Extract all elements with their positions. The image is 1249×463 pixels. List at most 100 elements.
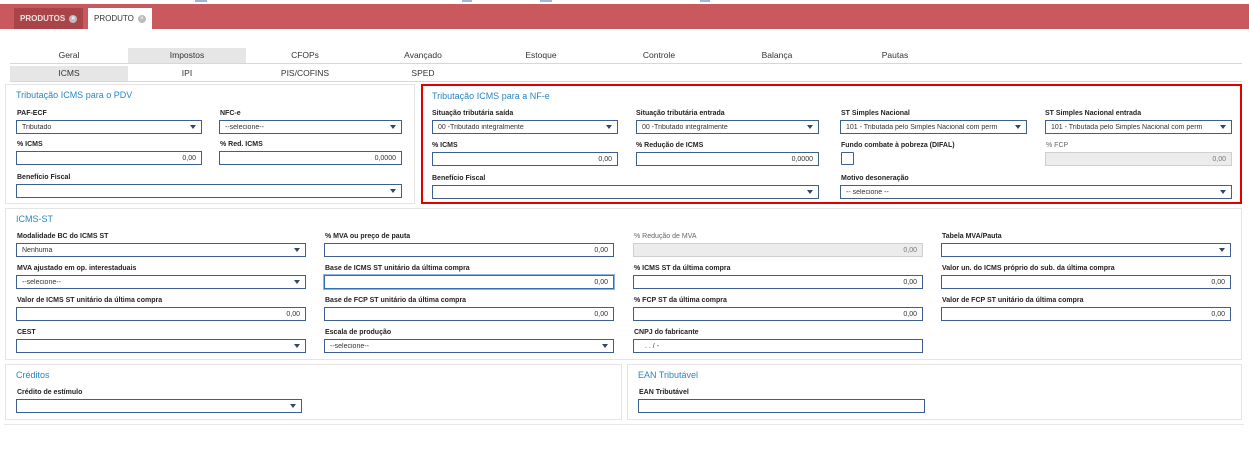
close-icon[interactable]: ×: [137, 14, 146, 23]
tab-pautas[interactable]: Pautas: [836, 48, 954, 63]
top-strip-mark: [540, 0, 552, 2]
sit-entrada-select[interactable]: 00 -Tributado integralmente: [636, 120, 819, 134]
nfce-value: --selecione--: [225, 123, 264, 131]
tab-icms[interactable]: ICMS: [10, 66, 128, 81]
cest-select[interactable]: [16, 339, 306, 353]
tab-balanca[interactable]: Balança: [718, 48, 836, 63]
tab-avancado[interactable]: Avançado: [364, 48, 482, 63]
base-icms-value: 0,00: [594, 278, 608, 286]
tab-produto[interactable]: PRODUTO ×: [88, 8, 152, 29]
fcp-pobreza-checkbox[interactable]: [841, 152, 854, 165]
close-icon[interactable]: ×: [69, 14, 78, 23]
fcp-st-value: 0,00: [903, 310, 917, 318]
icms-st-ult-label: % ICMS ST da última compra: [634, 265, 731, 272]
cnpj-label: CNPJ do fabricante: [634, 329, 699, 336]
sit-saida-value: 00 -Tributado integralmente: [438, 123, 524, 131]
fcp-st-label: % FCP ST da última compra: [634, 297, 727, 304]
nfe-icms-label: % ICMS: [432, 142, 458, 149]
tab-impostos[interactable]: Impostos: [128, 48, 246, 63]
creditos-panel: Créditos Crédito de estímulo: [5, 364, 622, 420]
fcp-value: 0,00: [1212, 155, 1226, 163]
creditos-title: Créditos: [16, 370, 50, 380]
st-simples-entrada-select[interactable]: 101 - Tributada pelo Simples Nacional co…: [1045, 120, 1232, 134]
pdv-beneficio-label: Benefício Fiscal: [17, 174, 71, 181]
tab-controle[interactable]: Controle: [600, 48, 718, 63]
valor-fcp-label: Valor de FCP ST unitário da última compr…: [942, 297, 1084, 304]
icms-st-title: ICMS-ST: [16, 214, 53, 224]
top-strip-mark: [462, 0, 472, 2]
valor-icms-label: Valor de ICMS ST unitário da última comp…: [17, 297, 163, 304]
nfe-beneficio-label: Benefício Fiscal: [432, 175, 486, 182]
credito-select[interactable]: [16, 399, 302, 413]
valor-fcp-value: 0,00: [1211, 310, 1225, 318]
chevron-down-icon: [807, 125, 813, 129]
tab-cfops[interactable]: CFOPs: [246, 48, 364, 63]
base-icms-input[interactable]: 0,00: [324, 275, 614, 289]
st-simples-entrada-label: ST Simples Nacional entrada: [1045, 110, 1142, 117]
red-mva-label: % Redução de MVA: [634, 233, 697, 240]
valor-un-value: 0,00: [1211, 278, 1225, 286]
modalidade-select[interactable]: Nenhuma: [16, 243, 306, 257]
chevron-down-icon: [290, 404, 296, 408]
tab-produtos[interactable]: PRODUTOS ×: [14, 8, 84, 29]
icms-st-ult-value: 0,00: [903, 278, 917, 286]
nfe-icms-value: 0,00: [598, 155, 612, 163]
mva-input[interactable]: 0,00: [324, 243, 614, 257]
red-mva-input[interactable]: 0,00: [633, 243, 923, 257]
ean-input[interactable]: [638, 399, 925, 413]
icms-st-panel: ICMS-ST Modalidade BC do ICMS ST Nenhuma…: [5, 208, 1242, 360]
base-fcp-input[interactable]: 0,00: [324, 307, 614, 321]
pdv-icms-label: % ICMS: [17, 141, 43, 148]
valor-fcp-input[interactable]: 0,00: [941, 307, 1231, 321]
ean-panel: EAN Tributável EAN Tributável: [627, 364, 1242, 420]
mva-ajustado-select[interactable]: --selecione--: [16, 275, 306, 289]
sit-entrada-label: Situação tributária entrada: [636, 110, 725, 117]
motivo-value: -- selecione --: [846, 188, 889, 196]
escala-label: Escala de produção: [325, 329, 392, 336]
tabela-label: Tabela MVA/Pauta: [942, 233, 1002, 240]
chevron-down-icon: [807, 190, 813, 194]
document-tab-bar: PRODUTOS × PRODUTO ×: [0, 4, 1249, 29]
paf-ecf-select[interactable]: Tributado: [16, 120, 202, 134]
tab-geral[interactable]: Geral: [10, 48, 128, 63]
icms-st-ult-input[interactable]: 0,00: [633, 275, 923, 289]
red-icms-label: % Red. ICMS: [220, 141, 263, 148]
nfe-beneficio-select[interactable]: [432, 185, 819, 199]
fcp-input[interactable]: 0,00: [1045, 152, 1232, 166]
valor-un-label: Valor un. do ICMS próprio do sub. da últ…: [942, 265, 1115, 272]
ean-label: EAN Tributável: [639, 389, 689, 396]
chevron-down-icon: [294, 248, 300, 252]
sit-saida-select[interactable]: 00 -Tributado integralmente: [432, 120, 618, 134]
tab-ipi[interactable]: IPI: [128, 66, 246, 81]
pdv-beneficio-select[interactable]: [16, 184, 402, 198]
tab-sped[interactable]: SPED: [364, 66, 482, 81]
cest-label: CEST: [17, 329, 36, 336]
pdv-icms-input[interactable]: 0,00: [16, 151, 202, 165]
reducao-icms-value: 0,0000: [791, 155, 813, 163]
divider: [4, 424, 1244, 425]
valor-un-input[interactable]: 0,00: [941, 275, 1231, 289]
motivo-label: Motivo desoneração: [841, 175, 909, 182]
tab-produtos-label: PRODUTOS: [20, 14, 66, 23]
red-icms-input[interactable]: 0,0000: [219, 151, 402, 165]
fcp-label: % FCP: [1046, 142, 1069, 149]
reducao-icms-input[interactable]: 0,0000: [636, 152, 819, 166]
fcp-st-input[interactable]: 0,00: [633, 307, 923, 321]
top-strip-mark: [700, 0, 710, 2]
nfce-select[interactable]: --selecione--: [219, 120, 402, 134]
fcp-pobreza-label: Fundo combate à pobreza (DIFAL): [841, 142, 955, 149]
mva-ajustado-label: MVA ajustado em op. interestaduais: [17, 265, 137, 272]
valor-icms-input[interactable]: 0,00: [16, 307, 306, 321]
base-fcp-label: Base de FCP ST unitário da última compra: [325, 297, 467, 304]
tab-pis-cofins[interactable]: PIS/COFINS: [246, 66, 364, 81]
tab-estoque[interactable]: Estoque: [482, 48, 600, 63]
escala-select[interactable]: --selecione--: [324, 339, 614, 353]
tabela-select[interactable]: [941, 243, 1231, 257]
modalidade-value: Nenhuma: [22, 246, 53, 254]
st-simples-select[interactable]: 101 - Tributada pelo Simples Nacional co…: [840, 120, 1027, 134]
motivo-select[interactable]: -- selecione --: [840, 185, 1232, 199]
cnpj-input[interactable]: . . / -: [633, 339, 923, 353]
st-simples-entrada-value: 101 - Tributada pelo Simples Nacional co…: [1051, 123, 1203, 131]
paf-ecf-label: PAF-ECF: [17, 110, 47, 117]
nfe-icms-input[interactable]: 0,00: [432, 152, 618, 166]
